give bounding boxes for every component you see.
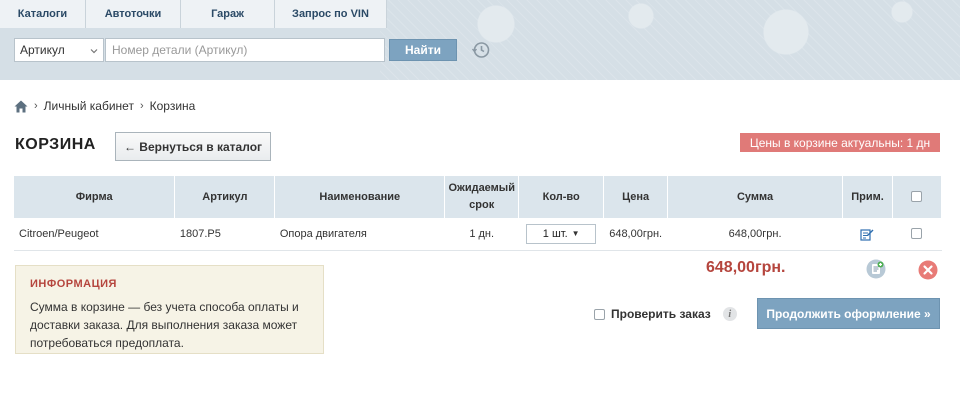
col-header-term: Ожидаемый срок [444, 176, 520, 218]
breadcrumb: › Личный кабинет › Корзина [14, 99, 195, 113]
col-header-note: Прим. [842, 176, 893, 218]
col-header-term-line2: срок [469, 199, 495, 211]
col-header-firm: Фирма [14, 176, 176, 218]
col-header-term-line1: Ожидаемый [448, 182, 515, 194]
cell-term: 1 дн. [444, 218, 519, 251]
col-header-select-all [892, 176, 943, 218]
breadcrumb-separator: › [34, 100, 38, 112]
chevron-down-icon [90, 47, 98, 55]
price-actuality-badge: Цены в корзине актуальны: 1 дн [740, 133, 940, 152]
col-header-sum: Сумма [667, 176, 843, 218]
select-all-checkbox[interactable] [911, 191, 923, 203]
info-title: ИНФОРМАЦИЯ [30, 278, 117, 290]
check-order-control: Проверить заказ i [594, 307, 737, 321]
cell-sum: 648,00грн. [667, 218, 843, 251]
search-type-value: Артикул [20, 43, 65, 57]
search-bar: Артикул Номер детали (Артикул) Найти [14, 38, 491, 62]
cell-article: 1807.P5 [174, 218, 275, 251]
continue-checkout-button[interactable]: Продолжить оформление » [757, 298, 940, 329]
add-note-icon[interactable] [866, 259, 886, 279]
quantity-select[interactable]: 1 шт. ▼ [526, 223, 597, 244]
breadcrumb-item-cabinet[interactable]: Личный кабинет [44, 99, 134, 113]
info-box: ИНФОРМАЦИЯ Сумма в корзине — без учета с… [15, 265, 324, 354]
cart-table: Фирма Артикул Наименование Ожидаемый сро… [14, 176, 943, 251]
remove-icon[interactable] [918, 260, 938, 280]
col-header-price: Цена [603, 176, 669, 218]
top-nav: Каталоги Автоточки Гараж Запрос по VIN [0, 0, 387, 28]
edit-note-icon[interactable] [860, 227, 874, 241]
cell-qty: 1 шт. ▼ [518, 218, 604, 251]
nav-tab-catalogs[interactable]: Каталоги [0, 0, 86, 28]
search-type-select[interactable]: Артикул [14, 38, 104, 62]
cell-note [842, 218, 893, 251]
table-header-row: Фирма Артикул Наименование Ожидаемый сро… [14, 176, 943, 218]
col-header-name: Наименование [274, 176, 446, 218]
chevron-down-icon: ▼ [571, 229, 580, 239]
breadcrumb-separator: › [139, 100, 144, 112]
check-order-label[interactable]: Проверить заказ [611, 307, 711, 321]
cell-name: Опора двигателя [274, 218, 445, 251]
page-title: КОРЗИНА [15, 136, 96, 153]
breadcrumb-item-cart: Корзина [149, 99, 196, 113]
col-header-article: Артикул [174, 176, 276, 218]
nav-tab-vin-request[interactable]: Запрос по VIN [275, 0, 387, 28]
cell-select [892, 218, 942, 251]
search-button[interactable]: Найти [389, 39, 457, 61]
check-order-checkbox[interactable] [594, 308, 605, 320]
row-checkbox[interactable] [911, 228, 923, 240]
col-header-qty: Кол-во [518, 176, 605, 218]
search-input[interactable]: Номер детали (Артикул) [105, 38, 385, 62]
info-icon[interactable]: i [722, 307, 737, 321]
header: Каталоги Автоточки Гараж Запрос по VIN А… [0, 0, 960, 80]
nav-tab-autopoints[interactable]: Автоточки [86, 0, 181, 28]
info-text: Сумма в корзине — без учета способа опла… [30, 300, 299, 350]
cart-total: 648,00грн. [706, 259, 786, 276]
cell-firm: Citroen/Peugeot [14, 218, 175, 251]
history-icon[interactable] [471, 40, 491, 60]
table-row: Citroen/Peugeot 1807.P5 Опора двигателя … [14, 218, 942, 251]
back-to-catalog-button[interactable]: ← Вернуться в каталог [115, 132, 271, 161]
nav-tab-garage[interactable]: Гараж [181, 0, 275, 28]
quantity-value: 1 шт. [542, 227, 568, 240]
cell-price: 648,00грн. [603, 218, 668, 251]
home-icon[interactable] [14, 100, 28, 113]
